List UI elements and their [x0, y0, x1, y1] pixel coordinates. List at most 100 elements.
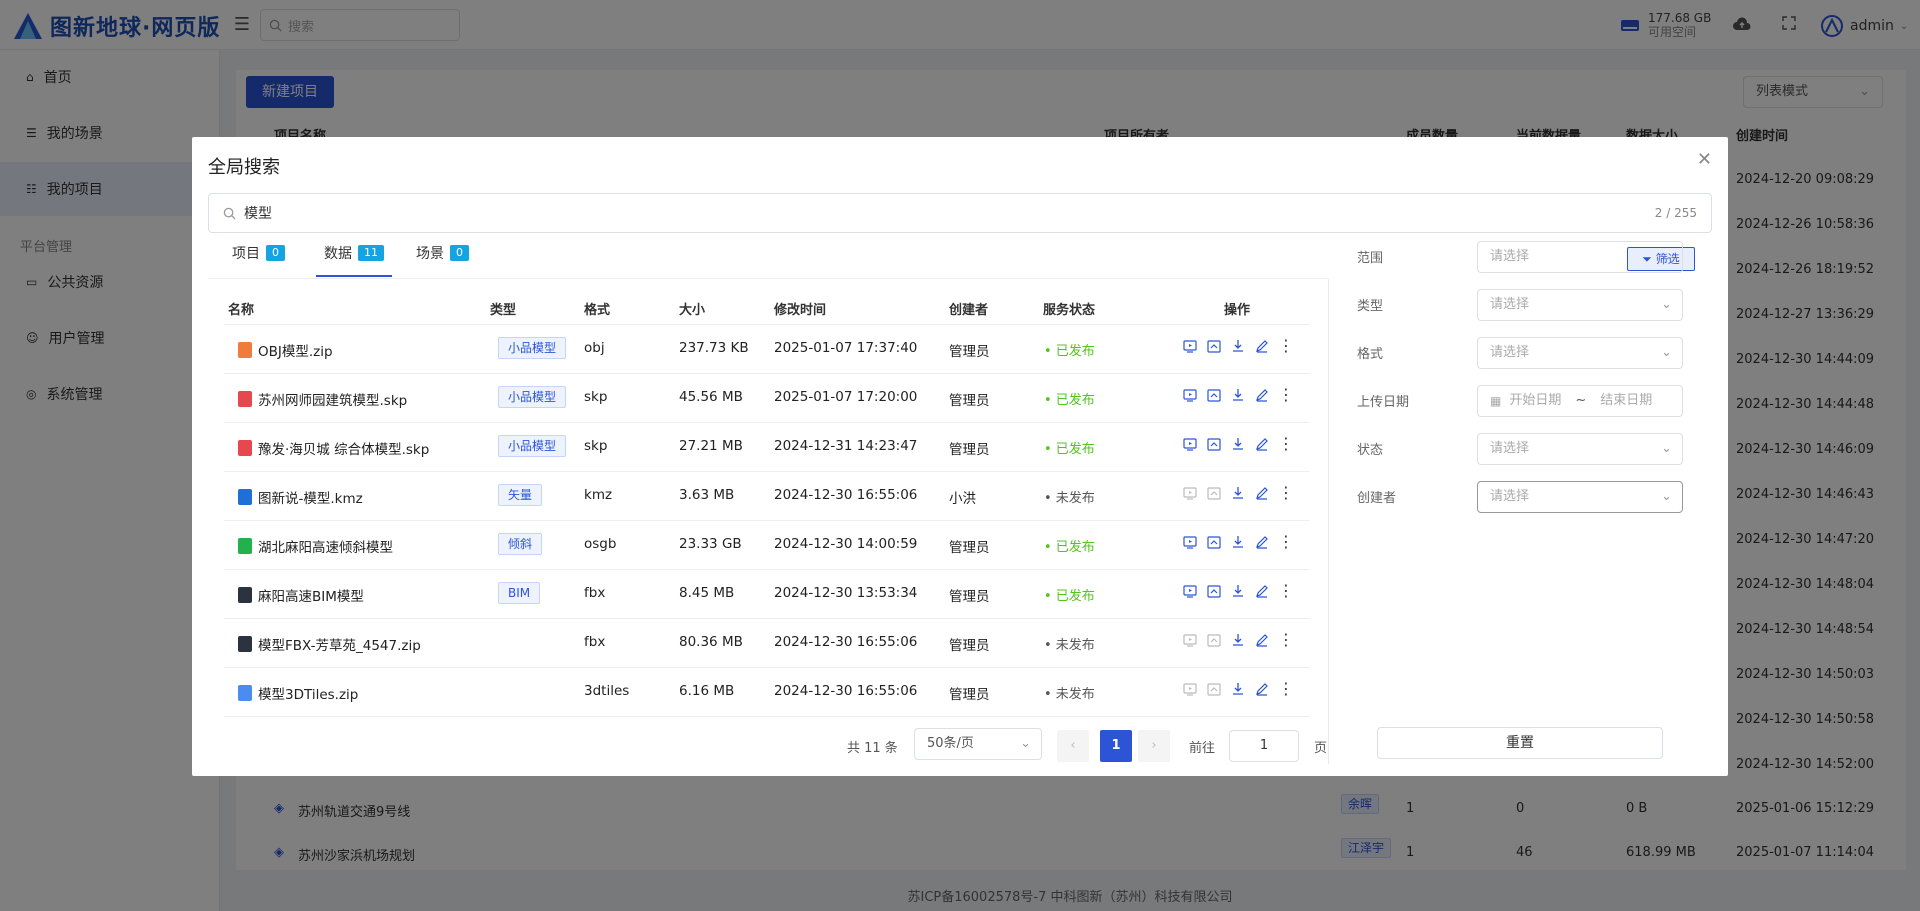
more-options-icon[interactable]: ⋮ — [1278, 338, 1294, 354]
service-status: • 已发布 — [1044, 589, 1095, 604]
more-options-icon[interactable]: ⋮ — [1278, 387, 1294, 403]
reset-button[interactable]: 重置 — [1377, 727, 1663, 759]
creator-select[interactable]: 请选择 ⌄ — [1477, 481, 1683, 513]
file-type-icon — [238, 587, 252, 603]
file-format: skp — [584, 438, 608, 454]
file-name[interactable]: 湖北麻阳高速倾斜模型 — [258, 536, 393, 556]
more-options-icon[interactable]: ⋮ — [1278, 485, 1294, 501]
table-row[interactable]: 图新说-模型.kmz 矢量 kmz 3.63 MB 2024-12-30 16:55:0… — [224, 472, 1310, 521]
more-options-icon[interactable]: ⋮ — [1278, 632, 1294, 648]
prev-page-button[interactable]: ‹ — [1057, 730, 1089, 762]
preview-icon[interactable] — [1182, 632, 1198, 648]
page-size-select[interactable]: 50条/页 ⌄ — [914, 728, 1042, 760]
edit-icon[interactable] — [1254, 338, 1270, 354]
modified-time: 2024-12-30 13:53:34 — [774, 585, 918, 601]
edit-icon[interactable] — [1254, 387, 1270, 403]
upload-date-range[interactable]: ▦ 开始日期 ~ 结束日期 — [1477, 385, 1683, 417]
table-row[interactable]: 模型FBX-芳草苑_4547.zip fbx 80.36 MB 2024-12-30 … — [224, 619, 1310, 668]
file-name[interactable]: OBJ模型.zip — [258, 340, 333, 360]
download-icon[interactable] — [1230, 681, 1246, 697]
download-icon[interactable] — [1230, 436, 1246, 452]
tab-data[interactable]: 数据 11 — [316, 243, 392, 277]
filter-label-format: 格式 — [1357, 347, 1384, 362]
type-select[interactable]: 请选择 ⌄ — [1477, 289, 1683, 321]
download-icon[interactable] — [1230, 534, 1246, 550]
file-format: skp — [584, 389, 608, 405]
file-size: 27.21 MB — [679, 438, 743, 454]
publish-icon[interactable] — [1206, 436, 1222, 452]
data-type-tag: 小品模型 — [498, 386, 567, 408]
goto-page-input[interactable]: 1 — [1229, 730, 1299, 762]
file-size: 3.63 MB — [679, 487, 735, 503]
chevron-down-icon: ⌄ — [1661, 297, 1672, 312]
preview-icon[interactable] — [1182, 681, 1198, 697]
page-number-current[interactable]: 1 — [1100, 730, 1132, 762]
creator: 管理员 — [949, 344, 990, 360]
download-icon[interactable] — [1230, 632, 1246, 648]
file-name[interactable]: 模型FBX-芳草苑_4547.zip — [258, 634, 421, 654]
preview-icon[interactable] — [1182, 534, 1198, 550]
file-format: obj — [584, 340, 605, 356]
tab-label: 场景 — [416, 246, 444, 262]
edit-icon[interactable] — [1254, 583, 1270, 599]
next-page-button[interactable]: › — [1138, 730, 1170, 762]
tab-scenes[interactable]: 场景 0 — [416, 243, 469, 277]
publish-icon[interactable] — [1206, 681, 1222, 697]
edit-icon[interactable] — [1254, 436, 1270, 452]
creator: 管理员 — [949, 393, 990, 409]
row-actions: ⋮ — [1182, 485, 1294, 501]
edit-icon[interactable] — [1254, 534, 1270, 550]
preview-icon[interactable] — [1182, 436, 1198, 452]
download-icon[interactable] — [1230, 387, 1246, 403]
row-actions: ⋮ — [1182, 632, 1294, 648]
file-size: 23.33 GB — [679, 536, 742, 552]
preview-icon[interactable] — [1182, 485, 1198, 501]
download-icon[interactable] — [1230, 583, 1246, 599]
scope-select[interactable]: 请选择 ⌄ — [1477, 241, 1683, 273]
publish-icon[interactable] — [1206, 534, 1222, 550]
publish-icon[interactable] — [1206, 583, 1222, 599]
download-icon[interactable] — [1230, 338, 1246, 354]
file-name[interactable]: 苏州网师园建筑模型.skp — [258, 389, 407, 409]
modified-time: 2025-01-07 17:37:40 — [774, 340, 918, 356]
more-options-icon[interactable]: ⋮ — [1278, 436, 1294, 452]
publish-icon[interactable] — [1206, 485, 1222, 501]
file-type-icon — [238, 489, 252, 505]
publish-icon[interactable] — [1206, 387, 1222, 403]
table-row[interactable]: 豫发·海贝城 综合体模型.skp 小品模型 skp 27.21 MB 2024-12-3… — [224, 423, 1310, 472]
publish-icon[interactable] — [1206, 632, 1222, 648]
preview-icon[interactable] — [1182, 338, 1198, 354]
edit-icon[interactable] — [1254, 485, 1270, 501]
global-search-input[interactable]: 模型 2 / 255 — [208, 193, 1712, 233]
more-options-icon[interactable]: ⋮ — [1278, 534, 1294, 550]
preview-icon[interactable] — [1182, 387, 1198, 403]
data-type-tag: BIM — [498, 582, 541, 604]
table-row[interactable]: OBJ模型.zip 小品模型 obj 237.73 KB 2025-01-07 17:3… — [224, 325, 1310, 374]
download-icon[interactable] — [1230, 485, 1246, 501]
table-row[interactable]: 苏州网师园建筑模型.skp 小品模型 skp 45.56 MB 2025-01-07 1… — [224, 374, 1310, 423]
edit-icon[interactable] — [1254, 681, 1270, 697]
file-name[interactable]: 豫发·海贝城 综合体模型.skp — [258, 438, 429, 458]
file-name[interactable]: 模型3DTiles.zip — [258, 683, 358, 703]
total-count: 共 11 条 — [847, 741, 898, 756]
filter-label-upload-date: 上传日期 — [1357, 395, 1410, 410]
filter-label-creator: 创建者 — [1357, 491, 1397, 506]
column-header-name: 名称 — [228, 303, 255, 318]
more-options-icon[interactable]: ⋮ — [1278, 583, 1294, 599]
file-name[interactable]: 麻阳高速BIM模型 — [258, 585, 364, 605]
status-select[interactable]: 请选择 ⌄ — [1477, 433, 1683, 465]
more-options-icon[interactable]: ⋮ — [1278, 681, 1294, 697]
file-name[interactable]: 图新说-模型.kmz — [258, 487, 363, 507]
service-status: • 未发布 — [1044, 491, 1095, 506]
close-icon[interactable]: ✕ — [1697, 149, 1712, 170]
edit-icon[interactable] — [1254, 632, 1270, 648]
table-row[interactable]: 湖北麻阳高速倾斜模型 倾斜 osgb 23.33 GB 2024-12-30 14:00… — [224, 521, 1310, 570]
tab-label: 项目 — [232, 246, 260, 262]
format-select[interactable]: 请选择 ⌄ — [1477, 337, 1683, 369]
preview-icon[interactable] — [1182, 583, 1198, 599]
table-row[interactable]: 麻阳高速BIM模型 BIM fbx 8.45 MB 2024-12-30 13:53:3… — [224, 570, 1310, 619]
table-row[interactable]: 模型3DTiles.zip 3dtiles 6.16 MB 2024-12-30 16… — [224, 668, 1310, 717]
column-header-format: 格式 — [584, 303, 611, 318]
publish-icon[interactable] — [1206, 338, 1222, 354]
tab-projects[interactable]: 项目 0 — [232, 243, 285, 277]
